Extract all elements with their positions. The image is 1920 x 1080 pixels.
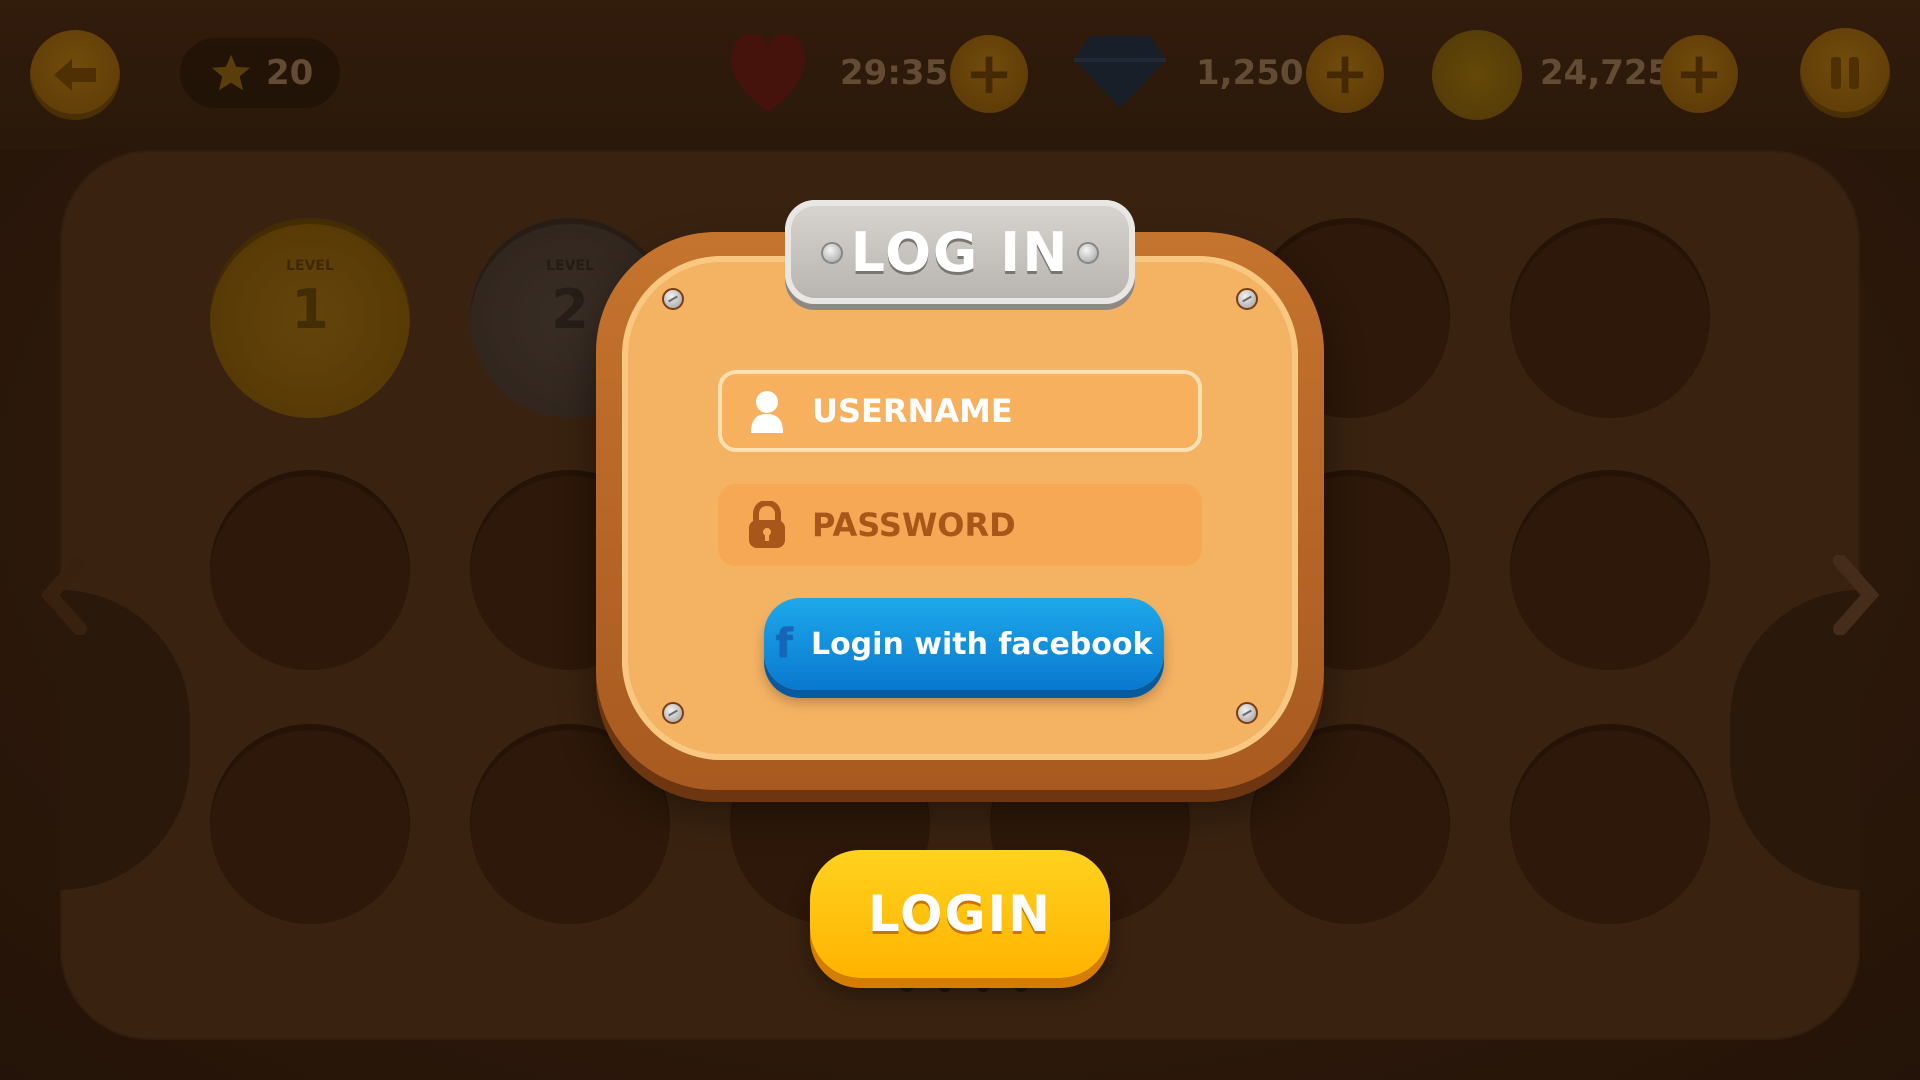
- facebook-login-label: Login with facebook: [810, 626, 1153, 662]
- lock-icon: [722, 488, 812, 562]
- screw-icon: [662, 702, 684, 724]
- password-field[interactable]: PASSWORD: [718, 484, 1202, 566]
- dialog-title-plate: LOG IN: [785, 200, 1135, 304]
- password-placeholder: PASSWORD: [812, 506, 1016, 544]
- username-placeholder: USERNAME: [812, 392, 1013, 430]
- username-field[interactable]: USERNAME: [718, 370, 1202, 452]
- game-screen: 20 29:35 + 1,250 + 24,725 + LEVEL 1 LEVE…: [0, 0, 1920, 1080]
- dialog-title: LOG IN: [850, 220, 1070, 284]
- screw-icon: [821, 242, 843, 264]
- login-button[interactable]: LOGIN: [810, 850, 1110, 978]
- screw-icon: [1077, 242, 1099, 264]
- facebook-icon: f: [775, 621, 793, 667]
- facebook-login-button[interactable]: f Login with facebook: [764, 598, 1164, 690]
- screw-icon: [1236, 288, 1258, 310]
- user-icon: [722, 374, 812, 448]
- login-button-label: LOGIN: [867, 885, 1053, 943]
- screw-icon: [1236, 702, 1258, 724]
- screw-icon: [662, 288, 684, 310]
